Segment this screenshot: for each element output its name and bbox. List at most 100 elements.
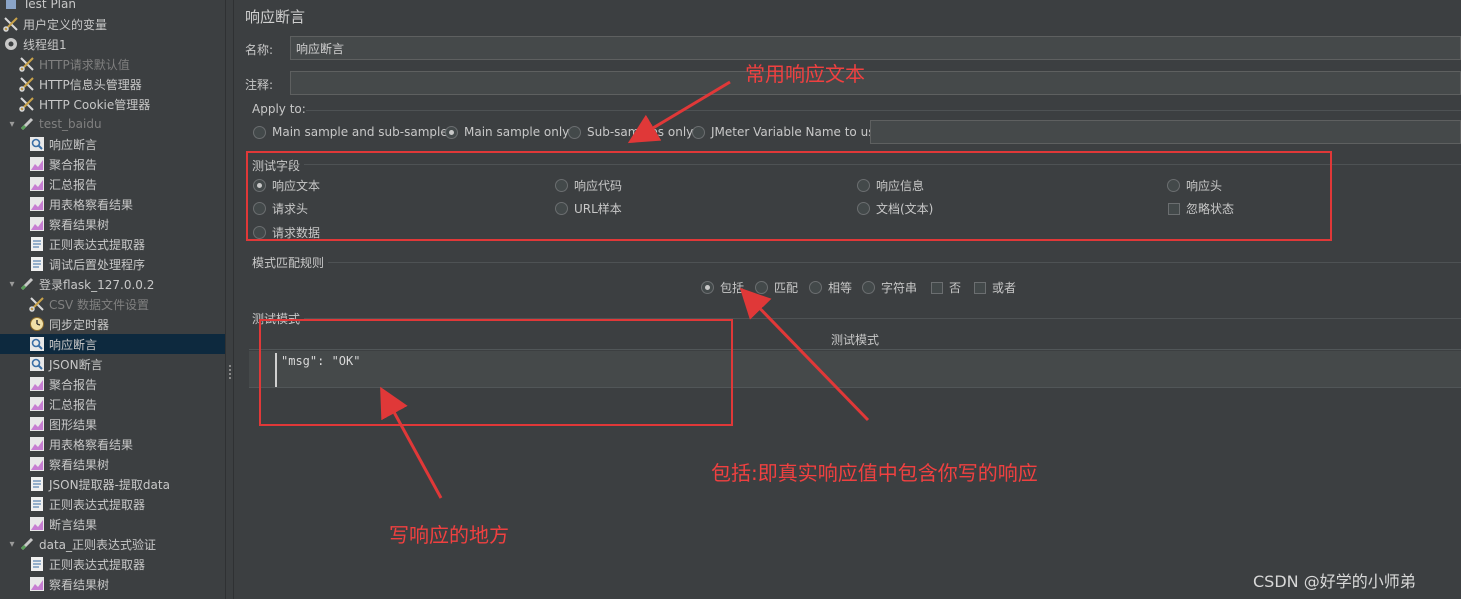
rule-substring-option[interactable]: 字符串 [862,279,917,296]
tree-item[interactable]: 用表格察看结果 [0,434,225,454]
tree-item-label: 察看结果树 [49,217,110,232]
tree-item[interactable]: 图形结果 [0,414,225,434]
tree-item[interactable]: 用表格察看结果 [0,194,225,214]
expand-toggle-icon[interactable]: ▾ [6,279,18,290]
rule-matches-radio[interactable] [755,281,768,294]
tree-item-label: 汇总报告 [49,177,98,192]
tree-item[interactable]: JSON提取器-提取data [0,474,225,494]
rule-not-checkbox[interactable] [931,281,943,294]
tree-item[interactable]: 响应断言 [0,134,225,154]
tree-item[interactable]: 正则表达式提取器 [0,494,225,514]
rule-equals-option[interactable]: 相等 [809,279,852,296]
chart-icon [28,396,46,412]
rule-substring-radio[interactable] [862,281,875,294]
tree-item-label: JSON断言 [49,357,103,372]
apply-main-only-radio[interactable] [445,125,458,139]
expand-toggle-icon[interactable]: ▾ [6,539,18,550]
chart-icon [28,456,46,472]
match-rules-title: 模式匹配规则 [252,256,325,270]
tree-item[interactable]: 调试后置处理程序 [0,254,225,274]
scissors-icon [2,16,20,32]
sampler-pen-icon [18,276,36,292]
tree-item[interactable]: JSON断言 [0,354,225,374]
document-icon [28,556,46,572]
tree-item-label: 用表格察看结果 [49,437,134,452]
expand-toggle-icon[interactable]: ▾ [6,119,18,130]
tree-item[interactable]: 断言结果 [0,514,225,534]
jmeter-variable-input[interactable] [870,120,1461,144]
tree-item[interactable]: 察看结果树 [0,574,225,594]
tree-item[interactable]: CSV 数据文件设置 [0,294,225,314]
tree-item-label: 正则表达式提取器 [49,497,146,512]
apply-main-only-option[interactable]: Main sample only [445,125,569,139]
match-rules-divider [328,262,1461,263]
chart-icon [28,576,46,592]
tree-item[interactable]: ▾ data_正则表达式验证 [0,534,225,554]
gear-icon [2,36,20,52]
magnifier-icon [28,336,46,352]
tree-item[interactable]: 汇总报告 [0,174,225,194]
tree-item[interactable]: ▾ test_baidu [0,114,225,134]
rule-matches-option[interactable]: 匹配 [755,279,798,296]
apply-main-and-sub-radio[interactable] [253,125,266,139]
rule-substring-label: 字符串 [881,281,918,295]
document-icon [28,476,46,492]
test-field-highlight-box [246,151,1332,241]
rule-or-checkbox[interactable] [974,281,986,294]
split-pane-divider[interactable] [225,0,234,599]
rule-or-label: 或者 [992,281,1017,295]
panel-title: 响应断言 [245,8,306,26]
apply-variable-option[interactable]: JMeter Variable Name to use [692,125,882,139]
tree-item[interactable]: 线程组1 [0,34,225,54]
tree-item[interactable]: HTTP信息头管理器 [0,74,225,94]
rule-or-option[interactable]: 或者 [974,279,1016,296]
tree-item-label: 聚合报告 [49,157,98,172]
tree-item[interactable]: 正则表达式提取器 [0,554,225,574]
response-assertion-panel: 响应断言 名称: 响应断言 注释: Apply to: Main sample … [234,0,1461,599]
rule-contains-radio[interactable] [701,281,714,294]
tree-item[interactable]: 聚合报告 [0,154,225,174]
tree-item[interactable]: 正则表达式提取器 [0,234,225,254]
tree-item[interactable]: 响应断言 [0,334,225,354]
apply-sub-only-radio[interactable] [568,125,581,139]
tree-item[interactable]: 同步定时器 [0,314,225,334]
apply-main-and-sub-option[interactable]: Main sample and sub-samples [253,125,454,139]
scissors-icon [28,296,46,312]
tree-item-label: 汇总报告 [49,397,98,412]
apply-variable-radio[interactable] [692,125,705,139]
rule-not-option[interactable]: 否 [931,279,961,296]
tree-item-label: 线程组1 [23,37,67,52]
tree-item[interactable]: HTTP Cookie管理器 [0,94,225,114]
comment-input[interactable] [290,71,1461,95]
name-label: 名称: [245,43,274,57]
apply-to-divider [306,110,1461,111]
rule-equals-label: 相等 [828,281,853,295]
rule-not-label: 否 [949,281,962,295]
sampler-pen-icon [18,536,36,552]
test-plan-icon [2,0,20,12]
name-input[interactable]: 响应断言 [290,36,1461,60]
tree-item[interactable]: 用户定义的变量 [0,14,225,34]
apply-sub-only-label: Sub-samples only [587,125,694,139]
tree-item-label: HTTP Cookie管理器 [39,97,151,112]
tree-item[interactable]: 察看结果树 [0,214,225,234]
tree-item[interactable]: 聚合报告 [0,374,225,394]
chart-icon [28,196,46,212]
csdn-watermark: CSDN @好学的小师弟 [1253,572,1416,591]
tree-item[interactable]: ▾ 登录flask_127.0.0.2 [0,274,225,294]
tree-item[interactable]: 汇总报告 [0,394,225,414]
tree-item[interactable]: Test Plan [0,0,225,14]
chart-icon [28,176,46,192]
test-plan-tree[interactable]: Test Plan 用户定义的变量线程组1 HTTP请求默认值 HTTP信息头管理器 H… [0,0,225,599]
tree-item[interactable]: 察看结果树 [0,454,225,474]
document-icon [28,256,46,272]
tree-item[interactable]: HTTP请求默认值 [0,54,225,74]
chart-icon [28,516,46,532]
rule-matches-label: 匹配 [774,281,799,295]
apply-sub-only-option[interactable]: Sub-samples only [568,125,693,139]
document-icon [28,236,46,252]
rule-equals-radio[interactable] [809,281,822,294]
rule-contains-option[interactable]: 包括 [701,279,744,296]
tree-item-label: 察看结果树 [49,577,110,592]
comment-label: 注释: [245,78,274,92]
